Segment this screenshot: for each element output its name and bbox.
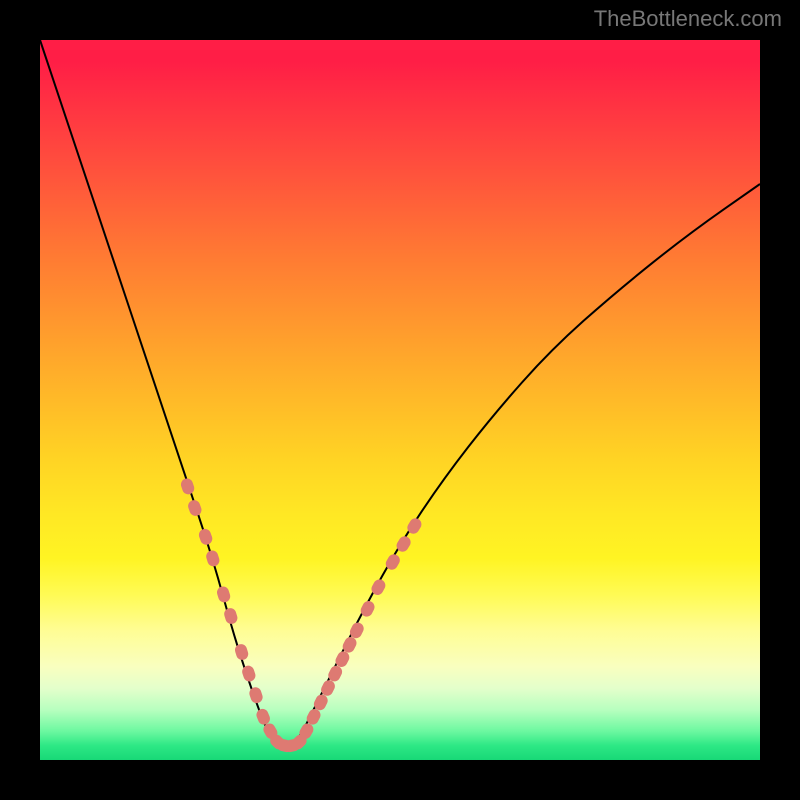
curve-marker: [223, 607, 239, 626]
watermark-text: TheBottleneck.com: [594, 6, 782, 32]
curve-marker: [205, 549, 221, 568]
chart-frame: TheBottleneck.com: [0, 0, 800, 800]
curve-marker: [179, 477, 195, 496]
marker-group: [179, 477, 423, 753]
plot-area: [40, 40, 760, 760]
bottleneck-curve: [40, 40, 760, 749]
curve-marker: [215, 585, 231, 604]
curve-marker: [233, 643, 249, 662]
chart-svg: [40, 40, 760, 760]
curve-marker: [197, 527, 214, 546]
curve-marker: [186, 498, 203, 517]
curve-marker: [248, 686, 264, 705]
curve-marker: [241, 664, 257, 683]
